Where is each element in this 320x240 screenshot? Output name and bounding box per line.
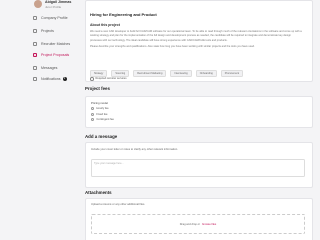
tag: Interviewing <box>170 70 192 77</box>
message-heading: Add a message <box>85 134 118 139</box>
tag: Sourcing <box>111 70 130 77</box>
dropzone-text: Drag and drop or <box>179 222 201 226</box>
notification-badge: 2 <box>62 77 67 81</box>
radio-fixed-fee[interactable]: Fixed fee <box>91 112 108 116</box>
browse-files-link[interactable]: browse files <box>202 223 216 226</box>
sidebar-item-project-proposals[interactable]: Project Proposals <box>33 51 69 59</box>
radio-button[interactable] <box>91 118 95 122</box>
tag: Onboarding <box>195 70 217 77</box>
tag: Recruitment Marketing <box>133 70 167 77</box>
avatar[interactable] <box>34 0 42 8</box>
sidebar-item-label: Notifications <box>41 77 61 81</box>
sidebar-item-recruiter-matches[interactable]: Recruiter Matches <box>33 40 70 48</box>
sidebar-item-projects[interactable]: Projects <box>33 27 54 35</box>
user-name: Abigail Jimmas <box>45 0 72 4</box>
sidebar-item-notifications[interactable]: Notifications 2 <box>33 75 67 83</box>
sidebar-item-label: Messages <box>41 66 58 70</box>
sidebar-item-label: Company Profile <box>41 16 68 20</box>
tag: Strategy <box>90 70 108 77</box>
radio-label: Contingent fee <box>96 118 114 122</box>
required-services: Required recruiter services <box>90 77 127 81</box>
project-title: Hiring for Engineering and Product <box>90 12 157 17</box>
radio-button[interactable] <box>91 112 95 116</box>
message-placeholder: Type your message here... <box>94 162 124 165</box>
sidebar: Abigail Jimmas Juror Profile Company Pro… <box>0 0 76 240</box>
message-hint: Include your cover letter or notes to cl… <box>91 148 178 151</box>
radio-label: Hourly fee <box>96 107 109 111</box>
sidebar-item-company-profile[interactable]: Company Profile <box>33 14 68 22</box>
users-icon <box>33 42 37 46</box>
badge-icon <box>90 77 94 81</box>
fees-card <box>85 96 313 128</box>
radio-contingent-fee[interactable]: Contingent fee <box>91 118 114 122</box>
chat-icon <box>33 66 37 70</box>
radio-label: Fixed fee <box>96 112 108 116</box>
bell-icon <box>33 77 37 81</box>
fees-heading: Project fees <box>85 86 110 91</box>
radio-hourly-fee[interactable]: Hourly fee <box>91 107 109 111</box>
about-heading: About this project <box>90 23 120 27</box>
radio-button[interactable] <box>91 107 95 111</box>
attachments-hint: Upload a résumé or any other additional … <box>91 203 146 206</box>
pricing-model-label: Pricing model <box>91 101 108 105</box>
sidebar-item-label: Projects <box>41 29 54 33</box>
sidebar-item-label: Project Proposals <box>41 53 70 57</box>
folder-icon <box>33 29 37 33</box>
required-services-label: Required recruiter services <box>95 77 127 81</box>
tag: Procurement <box>220 70 244 77</box>
project-description: We need a new CAD developer to build ful… <box>90 30 302 50</box>
file-dropzone[interactable]: Drag and drop or browse files <box>91 214 305 234</box>
description-paragraph: Please describe your strengths and quali… <box>90 45 255 49</box>
user-role: Juror Profile <box>45 4 62 9</box>
sidebar-item-label: Recruiter Matches <box>41 42 71 46</box>
document-icon <box>33 53 37 57</box>
building-icon <box>33 16 37 20</box>
tag-list: Strategy Sourcing Recruitment Marketing … <box>90 70 244 77</box>
attachments-heading: Attachments <box>85 190 112 195</box>
description-paragraph: We need a new CAD developer to build ful… <box>90 30 302 42</box>
sidebar-item-messages[interactable]: Messages <box>33 64 57 72</box>
